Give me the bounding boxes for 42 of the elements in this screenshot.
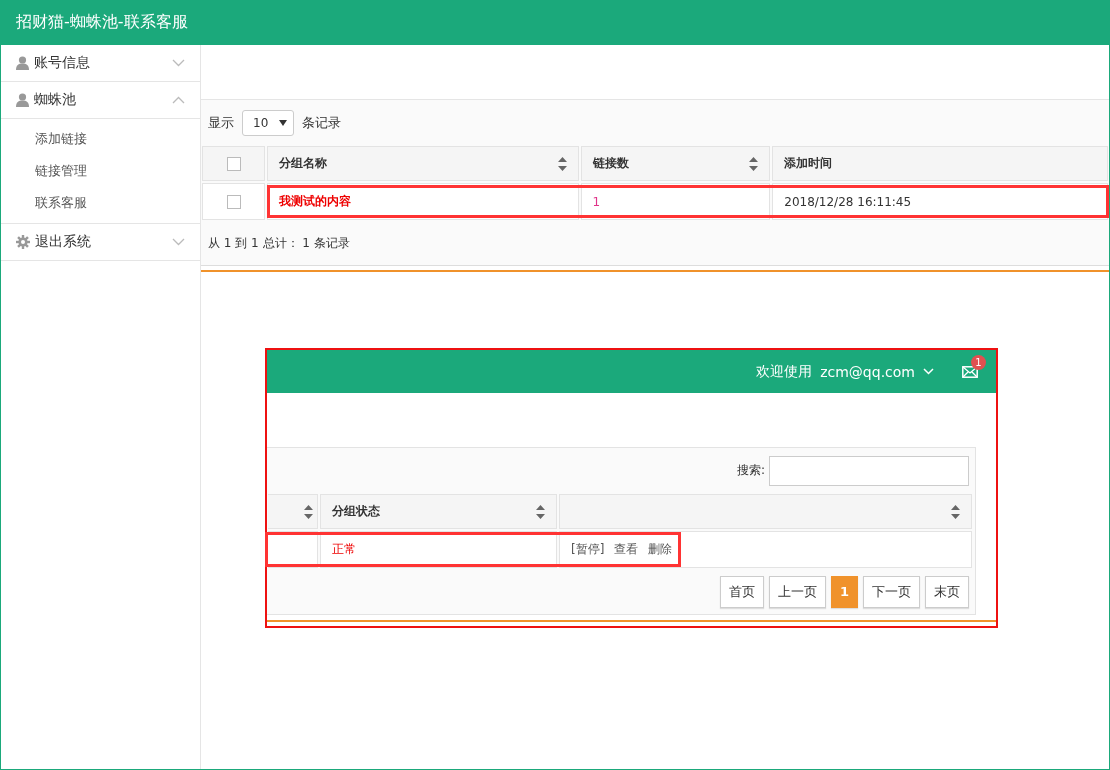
- sidebar-item[interactable]: 链接管理: [35, 155, 200, 187]
- length-label: 显示: [208, 113, 234, 132]
- sidebar-group[interactable]: 退出系统: [1, 224, 200, 261]
- sort-icon[interactable]: [557, 156, 567, 171]
- sidebar-group[interactable]: 账号信息: [1, 45, 200, 82]
- action-link[interactable]: [暂停]: [571, 541, 605, 558]
- chevron-down-icon[interactable]: [172, 238, 185, 246]
- page-button[interactable]: 上一页: [768, 575, 826, 608]
- sidebar-item[interactable]: 联系客服: [35, 187, 200, 219]
- user-icon: [16, 93, 29, 107]
- action-link[interactable]: 删除: [648, 541, 673, 558]
- mail-icon[interactable]: [962, 365, 978, 378]
- chevron-down-icon[interactable]: [172, 59, 185, 67]
- notification-badge: 1: [971, 354, 986, 370]
- page-button[interactable]: 末页: [925, 575, 969, 608]
- caret-down-icon[interactable]: [279, 119, 287, 126]
- sort-icon[interactable]: [749, 156, 759, 171]
- page-length-select[interactable]: 10: [242, 109, 294, 136]
- sort-icon[interactable]: [304, 504, 313, 519]
- select-all-checkbox[interactable]: [226, 156, 241, 171]
- gear-icon: [16, 235, 30, 249]
- user-icon: [16, 56, 29, 70]
- column-header[interactable]: 分组状态: [320, 494, 557, 529]
- page-button[interactable]: 下一页: [863, 575, 920, 608]
- page-button[interactable]: 首页: [719, 575, 764, 608]
- action-link[interactable]: 查看: [614, 541, 639, 558]
- column-header[interactable]: 分组名称: [267, 146, 579, 181]
- length-label: 条记录: [302, 113, 341, 132]
- row-checkbox[interactable]: [226, 194, 241, 209]
- chevron-up-icon[interactable]: [172, 96, 185, 104]
- welcome-text: 欢迎使用: [756, 362, 813, 381]
- sort-icon[interactable]: [951, 504, 960, 519]
- search-label: 搜索:: [736, 462, 765, 479]
- app-title: 招财猫-蜘蛛池-联系客服: [16, 12, 188, 33]
- sidebar-group[interactable]: 蜘蛛池: [1, 82, 200, 119]
- sidebar-item[interactable]: 添加链接: [35, 123, 200, 155]
- column-header[interactable]: 添加时间: [772, 146, 1108, 181]
- column-header[interactable]: 链接数: [580, 146, 771, 181]
- search-field[interactable]: [769, 455, 969, 486]
- sort-icon[interactable]: [536, 504, 545, 519]
- column-header[interactable]: [268, 494, 318, 529]
- table-info: 从 1 到 1 总计： 1 条记录: [207, 234, 351, 252]
